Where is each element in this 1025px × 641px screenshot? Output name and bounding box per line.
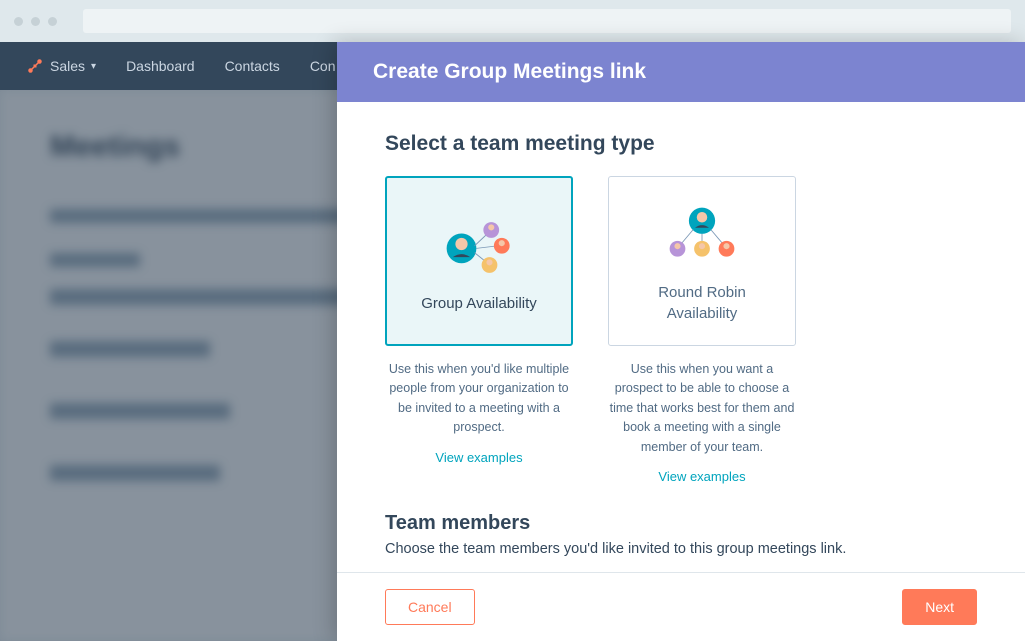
panel-body: Select a team meeting type G — [337, 102, 1025, 572]
type-card-group-availability[interactable]: Group Availability — [385, 176, 573, 346]
type-option-group: Group Availability Use this when you'd l… — [385, 176, 573, 484]
window-close-dot — [14, 17, 23, 26]
nav-dashboard[interactable]: Dashboard — [126, 58, 195, 74]
panel-header: Create Group Meetings link — [337, 42, 1025, 102]
slide-panel: Create Group Meetings link Select a team… — [337, 42, 1025, 641]
team-members-title: Team members — [385, 512, 977, 535]
brand-menu[interactable]: Sales ▾ — [26, 57, 96, 75]
type-label: Group Availability — [397, 293, 561, 314]
browser-chrome — [0, 0, 1025, 42]
type-option-round-robin: Round Robin Availability Use this when y… — [608, 176, 796, 484]
view-examples-link[interactable]: View examples — [435, 450, 522, 465]
panel-footer: Cancel Next — [337, 572, 1025, 641]
next-button[interactable]: Next — [902, 589, 977, 625]
nav-truncated[interactable]: Con — [310, 58, 336, 74]
round-robin-icon — [657, 198, 747, 268]
window-max-dot — [48, 17, 57, 26]
type-desc: Use this when you'd like multiple people… — [385, 360, 573, 438]
brand-label: Sales — [50, 58, 85, 74]
group-availability-icon — [434, 209, 524, 279]
meeting-type-options: Group Availability Use this when you'd l… — [385, 176, 977, 484]
section-title: Select a team meeting type — [385, 132, 977, 156]
nav-contacts[interactable]: Contacts — [225, 58, 280, 74]
address-bar[interactable] — [83, 9, 1011, 33]
window-min-dot — [31, 17, 40, 26]
cancel-button[interactable]: Cancel — [385, 589, 475, 625]
hubspot-logo-icon — [26, 57, 44, 75]
type-desc: Use this when you want a prospect to be … — [608, 360, 796, 457]
view-examples-link[interactable]: View examples — [658, 469, 745, 484]
team-members-sub: Choose the team members you'd like invit… — [385, 541, 977, 557]
type-card-round-robin[interactable]: Round Robin Availability — [608, 176, 796, 346]
type-label: Round Robin Availability — [609, 282, 795, 324]
chevron-down-icon: ▾ — [91, 61, 96, 72]
